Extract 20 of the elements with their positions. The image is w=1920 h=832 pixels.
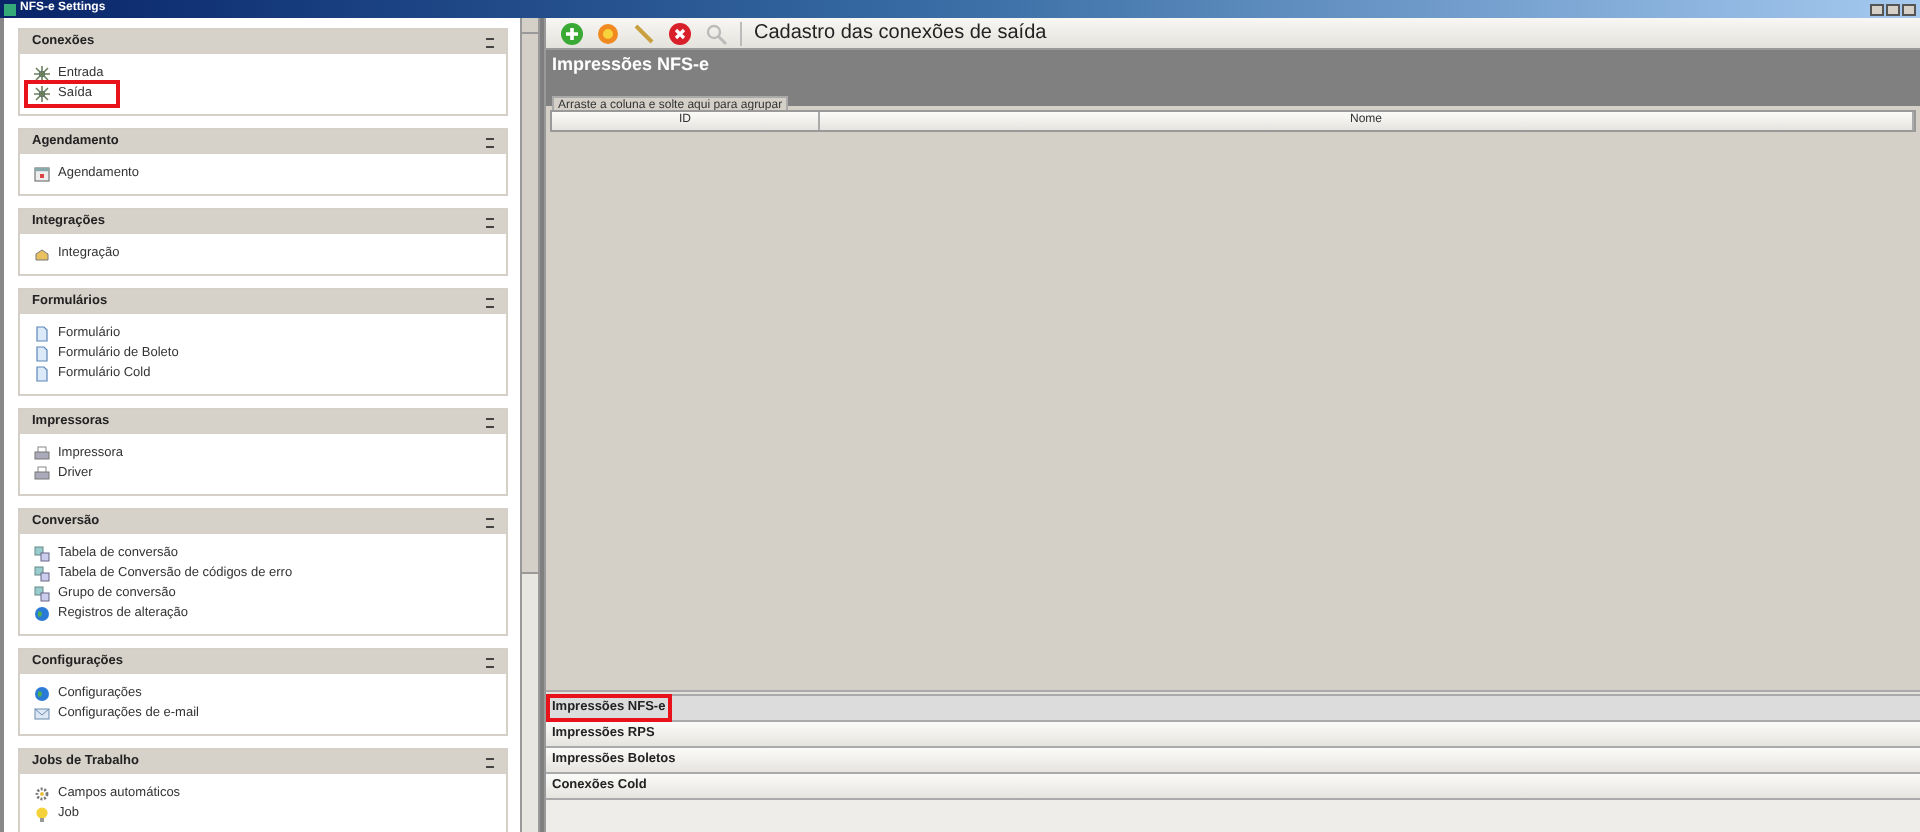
calendar-icon	[34, 166, 50, 182]
globe-icon	[34, 606, 50, 622]
close-button[interactable]	[1902, 3, 1916, 15]
grid-title: Impressões NFS-e	[552, 52, 712, 76]
network-icon	[34, 66, 50, 82]
search-icon[interactable]	[704, 21, 728, 45]
network-icon	[34, 86, 50, 102]
envelope-icon	[34, 706, 50, 722]
restore-button[interactable]	[1886, 3, 1900, 15]
flower-icon[interactable]	[596, 21, 620, 45]
scrollbar[interactable]	[520, 18, 540, 832]
delete-icon[interactable]	[668, 21, 692, 45]
minimize-button[interactable]	[1870, 3, 1884, 15]
toolbar-title: Cadastro das conexões de saída	[754, 20, 1047, 48]
app-icon	[4, 3, 16, 15]
bulb-icon	[34, 806, 50, 822]
globe-icon	[34, 686, 50, 702]
add-icon[interactable]	[560, 21, 584, 45]
gear-icon	[34, 786, 50, 802]
pencil-icon[interactable]	[632, 21, 656, 45]
